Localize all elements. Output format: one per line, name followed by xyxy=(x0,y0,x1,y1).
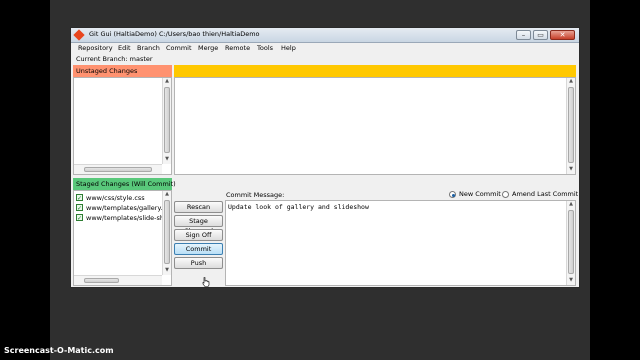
staged-file-name: www/templates/slide-sh xyxy=(86,214,165,222)
scroll-down-arrow-icon[interactable]: ▼ xyxy=(163,156,171,163)
title-bar[interactable]: Git Gui (HaltiaDemo) C:/Users/bao thien/… xyxy=(71,28,579,43)
scroll-up-arrow-icon[interactable]: ▲ xyxy=(163,191,171,198)
amend-last-commit-label[interactable]: Amend Last Commit xyxy=(512,190,578,198)
commit-button[interactable]: Commit xyxy=(174,243,223,255)
menu-repository[interactable]: Repository xyxy=(78,44,113,52)
diff-header-bar xyxy=(174,65,576,77)
maximize-button[interactable]: ▭ xyxy=(533,30,548,40)
staged-file-name: www/templates/gallery. xyxy=(86,204,163,212)
scrollbar-thumb[interactable] xyxy=(84,278,119,283)
unstaged-vertical-scrollbar[interactable]: ▲ ▼ xyxy=(162,78,171,164)
scroll-down-arrow-icon[interactable]: ▼ xyxy=(567,166,575,173)
new-commit-radio[interactable] xyxy=(449,191,456,198)
amend-last-commit-radio[interactable] xyxy=(502,191,509,198)
checkmark-icon[interactable]: ✓ xyxy=(76,214,83,222)
hand-cursor-icon xyxy=(202,277,210,287)
menu-branch[interactable]: Branch xyxy=(137,44,160,52)
stage-changed-button[interactable]: Stage Changed xyxy=(174,215,223,235)
menu-bar: Repository Edit Branch Commit Merge Remo… xyxy=(71,43,579,54)
window-title: Git Gui (HaltiaDemo) C:/Users/bao thien/… xyxy=(89,30,260,38)
menu-tools[interactable]: Tools xyxy=(257,44,273,52)
current-branch-label: Current Branch: master xyxy=(76,55,153,63)
close-button[interactable]: ✕ xyxy=(550,30,575,40)
new-commit-label[interactable]: New Commit xyxy=(459,190,501,198)
scroll-up-arrow-icon[interactable]: ▲ xyxy=(567,201,575,208)
menu-merge[interactable]: Merge xyxy=(198,44,218,52)
scrollbar-thumb[interactable] xyxy=(568,210,574,274)
push-button[interactable]: Push xyxy=(174,257,223,269)
scroll-up-arrow-icon[interactable]: ▲ xyxy=(163,78,171,85)
staged-changes-title: Staged Changes (Will Commit) xyxy=(76,180,176,188)
scrollbar-thumb[interactable] xyxy=(164,200,170,264)
message-vertical-scrollbar[interactable]: ▲ ▼ xyxy=(566,201,575,285)
screencast-watermark: Screencast-O-Matic.com xyxy=(4,346,114,355)
unstaged-file-list[interactable]: ▲ ▼ xyxy=(73,77,172,175)
radio-selected-dot xyxy=(451,193,455,197)
rescan-button[interactable]: Rescan xyxy=(174,201,223,213)
menu-help[interactable]: Help xyxy=(281,44,296,52)
staged-changes-header: Staged Changes (Will Commit) xyxy=(73,178,176,190)
git-gui-window: Git Gui (HaltiaDemo) C:/Users/bao thien/… xyxy=(70,27,580,288)
unstaged-horizontal-scrollbar[interactable] xyxy=(74,164,162,174)
commit-message-input[interactable]: Update look of gallery and slideshow ▲ ▼ xyxy=(225,200,576,286)
unstaged-changes-title: Unstaged Changes xyxy=(76,67,138,75)
scrollbar-thumb[interactable] xyxy=(568,87,574,163)
minimize-button[interactable]: – xyxy=(516,30,531,40)
staged-file-list[interactable]: ✓ www/css/style.css ✓ www/templates/gall… xyxy=(73,190,172,286)
diff-view[interactable]: ▲ ▼ xyxy=(174,77,576,175)
staged-file-name: www/css/style.css xyxy=(86,194,145,202)
commit-message-label: Commit Message: xyxy=(226,191,285,199)
menu-edit[interactable]: Edit xyxy=(118,44,131,52)
git-diamond-icon xyxy=(73,29,85,41)
scrollbar-thumb[interactable] xyxy=(84,167,152,172)
sign-off-button[interactable]: Sign Off xyxy=(174,229,223,241)
scrollbar-thumb[interactable] xyxy=(164,87,170,153)
unstaged-changes-header: Unstaged Changes xyxy=(73,65,172,77)
menu-commit[interactable]: Commit xyxy=(166,44,192,52)
diff-vertical-scrollbar[interactable]: ▲ ▼ xyxy=(566,78,575,174)
commit-message-text: Update look of gallery and slideshow xyxy=(228,203,369,211)
checkmark-icon[interactable]: ✓ xyxy=(76,204,83,212)
scroll-down-arrow-icon[interactable]: ▼ xyxy=(163,267,171,274)
staged-vertical-scrollbar[interactable]: ▲ ▼ xyxy=(162,191,171,275)
menu-remote[interactable]: Remote xyxy=(225,44,250,52)
staged-horizontal-scrollbar[interactable] xyxy=(74,275,162,285)
scroll-up-arrow-icon[interactable]: ▲ xyxy=(567,78,575,85)
scroll-down-arrow-icon[interactable]: ▼ xyxy=(567,277,575,284)
checkmark-icon[interactable]: ✓ xyxy=(76,194,83,202)
